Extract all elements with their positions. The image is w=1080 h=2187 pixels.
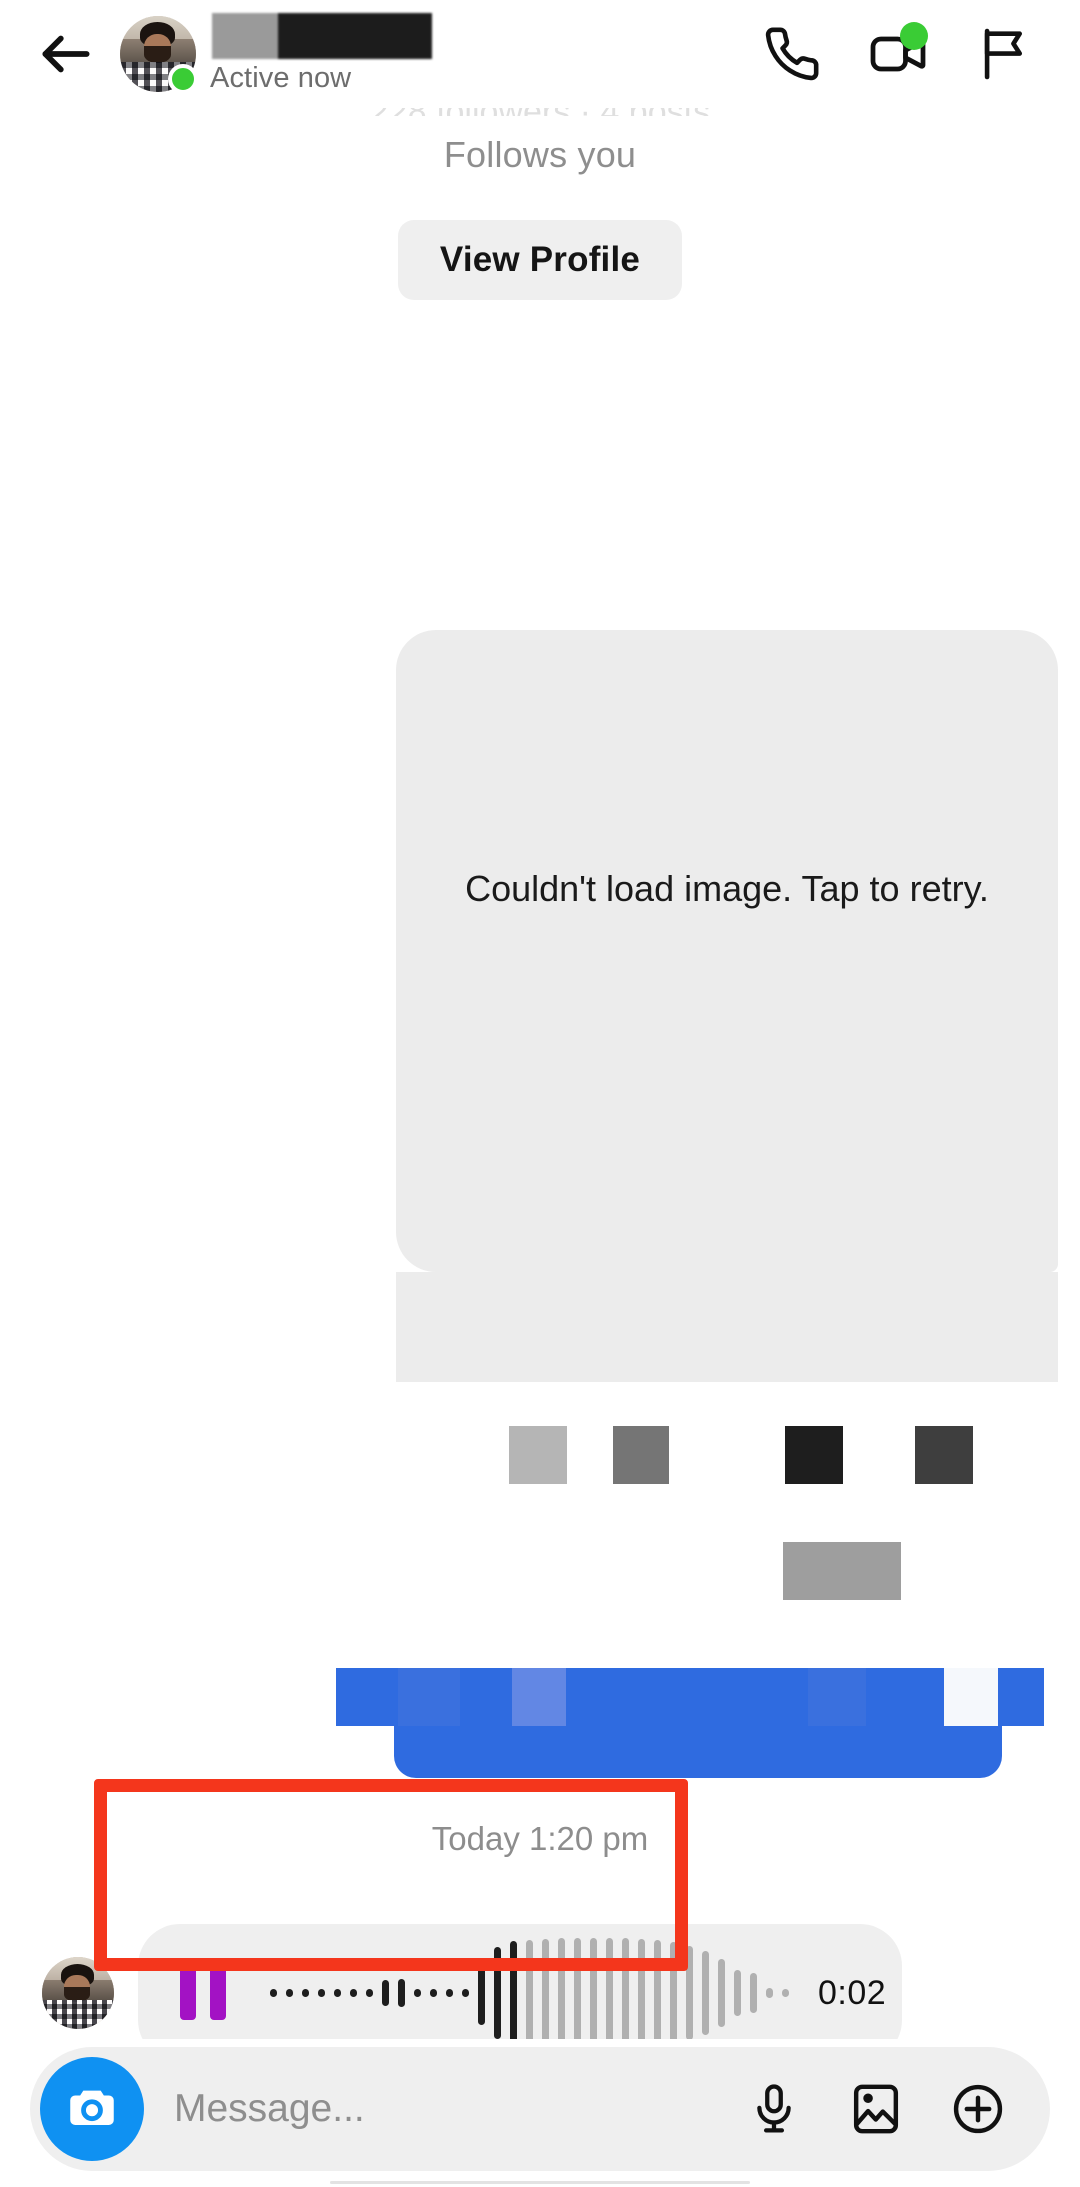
image-bubble-notch bbox=[330, 1597, 404, 1641]
camera-icon bbox=[70, 2090, 114, 2125]
blue-block-row bbox=[336, 1668, 1044, 1726]
waveform-bar bbox=[606, 1938, 613, 2048]
waveform-bar bbox=[286, 1989, 293, 1997]
waveform-bar bbox=[622, 1938, 629, 2048]
microphone-icon bbox=[757, 2084, 791, 2133]
blue-message-block[interactable] bbox=[0, 1668, 1080, 1778]
waveform-bar bbox=[270, 1989, 277, 1997]
waveform-bar bbox=[318, 1989, 325, 1997]
waveform-bar bbox=[462, 1989, 469, 1997]
image-load-error-text: Couldn't load image. Tap to retry. bbox=[465, 868, 989, 909]
redaction-block bbox=[915, 1426, 973, 1484]
waveform-bar bbox=[718, 1959, 725, 2027]
waveform-bar bbox=[446, 1989, 453, 1997]
waveform-bar bbox=[382, 1980, 389, 2006]
waveform-bar bbox=[590, 1938, 597, 2048]
waveform-bar bbox=[782, 1989, 789, 1997]
plus-circle-icon bbox=[953, 2084, 1003, 2134]
redaction-block bbox=[783, 1542, 901, 1600]
waveform-bar bbox=[430, 1989, 437, 1997]
nav-bar-hint bbox=[0, 2177, 1080, 2187]
waveform-bar bbox=[494, 1947, 501, 2039]
waveform-bar bbox=[398, 1979, 405, 2007]
chat-header: Active now bbox=[0, 0, 1080, 108]
waveform-bar bbox=[510, 1941, 517, 2045]
waveform-bar bbox=[302, 1989, 309, 1997]
blue-block-row bbox=[394, 1726, 1002, 1778]
image-bubble-extension bbox=[396, 1272, 1058, 1382]
profile-header-block: 228 followers · 4 posts Follows you View… bbox=[0, 108, 1080, 300]
back-arrow-icon bbox=[42, 35, 90, 73]
sender-avatar[interactable] bbox=[42, 1957, 114, 2029]
follows-you-label: Follows you bbox=[443, 134, 637, 175]
pause-icon-bar bbox=[210, 1966, 226, 2020]
message-composer bbox=[0, 2039, 1080, 2187]
waveform-bar bbox=[574, 1938, 581, 2048]
pause-icon-bar bbox=[180, 1966, 196, 2020]
waveform-bar bbox=[478, 1961, 485, 2025]
view-profile-button[interactable]: View Profile bbox=[397, 220, 683, 300]
waveform-bar bbox=[542, 1939, 549, 2047]
waveform-bar bbox=[334, 1989, 341, 1997]
voice-pause-button[interactable] bbox=[180, 1966, 226, 2020]
composer-actions bbox=[738, 2073, 1014, 2145]
report-button[interactable] bbox=[968, 18, 1040, 90]
waveform-bar bbox=[702, 1951, 709, 2035]
microphone-button[interactable] bbox=[738, 2073, 810, 2145]
waveform-bar bbox=[558, 1938, 565, 2048]
flag-icon bbox=[984, 28, 1023, 80]
message-input[interactable] bbox=[174, 2087, 738, 2131]
waveform-bar bbox=[350, 1989, 357, 1997]
phone-icon bbox=[765, 27, 819, 81]
waveform-bar bbox=[366, 1989, 373, 1997]
video-call-button[interactable] bbox=[862, 18, 934, 90]
audio-call-button[interactable] bbox=[756, 18, 828, 90]
voice-duration-label: 0:02 bbox=[818, 1973, 887, 2012]
waveform-bar bbox=[670, 1942, 677, 2044]
waveform-bar bbox=[654, 1940, 661, 2046]
message-timestamp: Today 1:20 pm bbox=[431, 1820, 649, 1857]
online-status-dot bbox=[168, 64, 198, 94]
image-icon bbox=[853, 2084, 899, 2134]
waveform-bar bbox=[750, 1973, 757, 2013]
profile-stats-clipped: 228 followers · 4 posts bbox=[370, 108, 710, 116]
contact-info[interactable]: Active now bbox=[210, 13, 756, 95]
chat-screen: Active now Follows you View Profile Coul… bbox=[0, 0, 1080, 2187]
back-button[interactable] bbox=[18, 6, 114, 102]
header-actions bbox=[756, 18, 1040, 90]
waveform-bar bbox=[414, 1989, 421, 1997]
message-thread[interactable]: 228 followers · 4 posts Follows you View… bbox=[0, 108, 1080, 2063]
redaction-block bbox=[613, 1426, 669, 1484]
image-message-bubble[interactable]: Couldn't load image. Tap to retry. bbox=[396, 630, 1058, 1272]
waveform-bar bbox=[734, 1970, 741, 2016]
more-options-button[interactable] bbox=[942, 2073, 1014, 2145]
contact-name-redacted bbox=[212, 13, 432, 59]
redaction-block bbox=[509, 1426, 567, 1484]
waveform-bar bbox=[766, 1988, 773, 1998]
waveform-bar bbox=[638, 1939, 645, 2047]
waveform-bar bbox=[526, 1940, 533, 2046]
waveform-bar bbox=[686, 1946, 693, 2040]
redaction-block bbox=[785, 1426, 843, 1484]
video-available-badge bbox=[900, 22, 928, 50]
gallery-button[interactable] bbox=[840, 2073, 912, 2145]
active-status-label: Active now bbox=[210, 62, 352, 94]
voice-waveform-scrubber[interactable] bbox=[270, 1937, 798, 2049]
camera-button[interactable] bbox=[40, 2057, 144, 2161]
composer-pill bbox=[30, 2047, 1050, 2171]
contact-avatar[interactable] bbox=[120, 16, 198, 94]
